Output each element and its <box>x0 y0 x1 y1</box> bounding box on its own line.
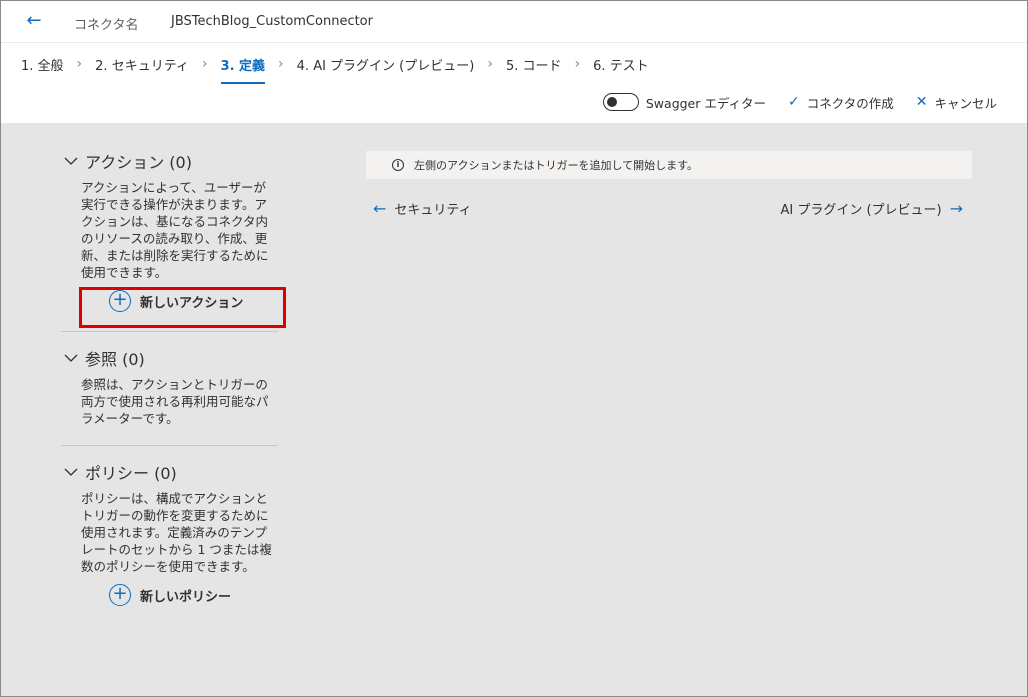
step-ai-plugin[interactable]: 4. AI プラグイン (プレビュー) <box>297 51 475 78</box>
connector-editor: ← コネクタ名 JBSTechBlog_CustomConnector 1. 全… <box>0 0 1028 697</box>
new-policy-button[interactable]: + 新しいポリシー <box>109 583 278 607</box>
arrow-right-icon: → <box>949 199 963 218</box>
chevron-right-icon: › <box>487 56 493 72</box>
policies-title: ポリシー (0) <box>85 464 177 483</box>
references-section: 参照 (0) 参照は、アクションとトリガーの両方で使用される再利用可能なパラメー… <box>61 346 278 446</box>
step-navigation: 1. 全般 › 2. セキュリティ › 3. 定義 › 4. AI プラグイン … <box>1 49 649 84</box>
step-security[interactable]: 2. セキュリティ <box>95 51 189 78</box>
next-step-link[interactable]: AI プラグイン (プレビュー) → <box>780 199 963 218</box>
chevron-down-icon <box>64 354 78 362</box>
chevron-right-icon: › <box>201 56 208 72</box>
prev-step-label: セキュリティ <box>394 203 472 218</box>
next-step-label: AI プラグイン (プレビュー) <box>780 203 942 218</box>
references-description: 参照は、アクションとトリガーの両方で使用される再利用可能なパラメーターです。 <box>81 377 269 426</box>
chevron-right-icon: › <box>574 56 581 72</box>
add-circle-icon: + <box>109 584 131 606</box>
info-icon: i <box>392 159 404 171</box>
references-title: 参照 (0) <box>85 350 145 369</box>
arrow-left-icon: ← <box>373 199 387 218</box>
checkmark-icon: ✓ <box>788 94 800 110</box>
connector-name-label: コネクタ名 <box>74 18 139 33</box>
step-test[interactable]: 6. テスト <box>593 51 649 78</box>
toggle-switch[interactable] <box>602 93 639 111</box>
chevron-right-icon: › <box>76 56 83 72</box>
toggle-knob <box>606 97 617 107</box>
back-arrow-icon[interactable]: ← <box>23 10 45 32</box>
cancel-label: キャンセル <box>934 95 997 111</box>
cancel-button[interactable]: ✕ キャンセル <box>916 93 997 112</box>
chevron-down-icon <box>64 468 78 476</box>
close-icon: ✕ <box>915 94 928 110</box>
actions-header[interactable]: アクション (0) <box>61 149 278 173</box>
chevron-right-icon: › <box>278 56 284 72</box>
policies-header[interactable]: ポリシー (0) <box>61 460 278 484</box>
title-bar: ← コネクタ名 JBSTechBlog_CustomConnector <box>1 1 1027 43</box>
swagger-editor-label: Swagger エディター <box>645 95 766 111</box>
connector-name-field[interactable]: JBSTechBlog_CustomConnector <box>171 14 373 29</box>
chevron-down-icon <box>64 157 78 165</box>
actions-title: アクション (0) <box>85 153 192 172</box>
actions-description: アクションによって、ユーザーが実行できる操作が決まります。アクションは、基になる… <box>81 180 269 280</box>
create-connector-label: コネクタの作成 <box>806 95 894 111</box>
command-bar: Swagger エディター ✓ コネクタの作成 ✕ キャンセル <box>602 91 997 113</box>
step-general[interactable]: 1. 全般 <box>21 51 64 78</box>
definition-sidebar: アクション (0) アクションによって、ユーザーが実行できる操作が決まります。ア… <box>61 149 278 639</box>
definition-content: アクション (0) アクションによって、ユーザーが実行できる操作が決まります。ア… <box>1 123 1027 696</box>
step-code[interactable]: 5. コード <box>506 51 562 78</box>
swagger-editor-toggle[interactable]: Swagger エディター <box>602 93 766 112</box>
policies-section: ポリシー (0) ポリシーは、構成でアクションとトリガーの動作を変更するために使… <box>61 460 278 625</box>
info-message-text: 左側のアクションまたはトリガーを追加して開始します。 <box>414 159 699 172</box>
step-definition[interactable]: 3. 定義 <box>220 51 265 84</box>
policies-description: ポリシーは、構成でアクションとトリガーの動作を変更するために使用されます。定義済… <box>81 491 272 574</box>
info-message-bar: i 左側のアクションまたはトリガーを追加して開始します。 <box>366 151 972 179</box>
prev-step-link[interactable]: ← セキュリティ <box>373 199 472 218</box>
new-policy-label: 新しいポリシー <box>140 589 232 605</box>
create-connector-button[interactable]: ✓ コネクタの作成 <box>788 93 894 112</box>
annotation-highlight-box <box>79 287 286 328</box>
references-header[interactable]: 参照 (0) <box>61 346 278 370</box>
